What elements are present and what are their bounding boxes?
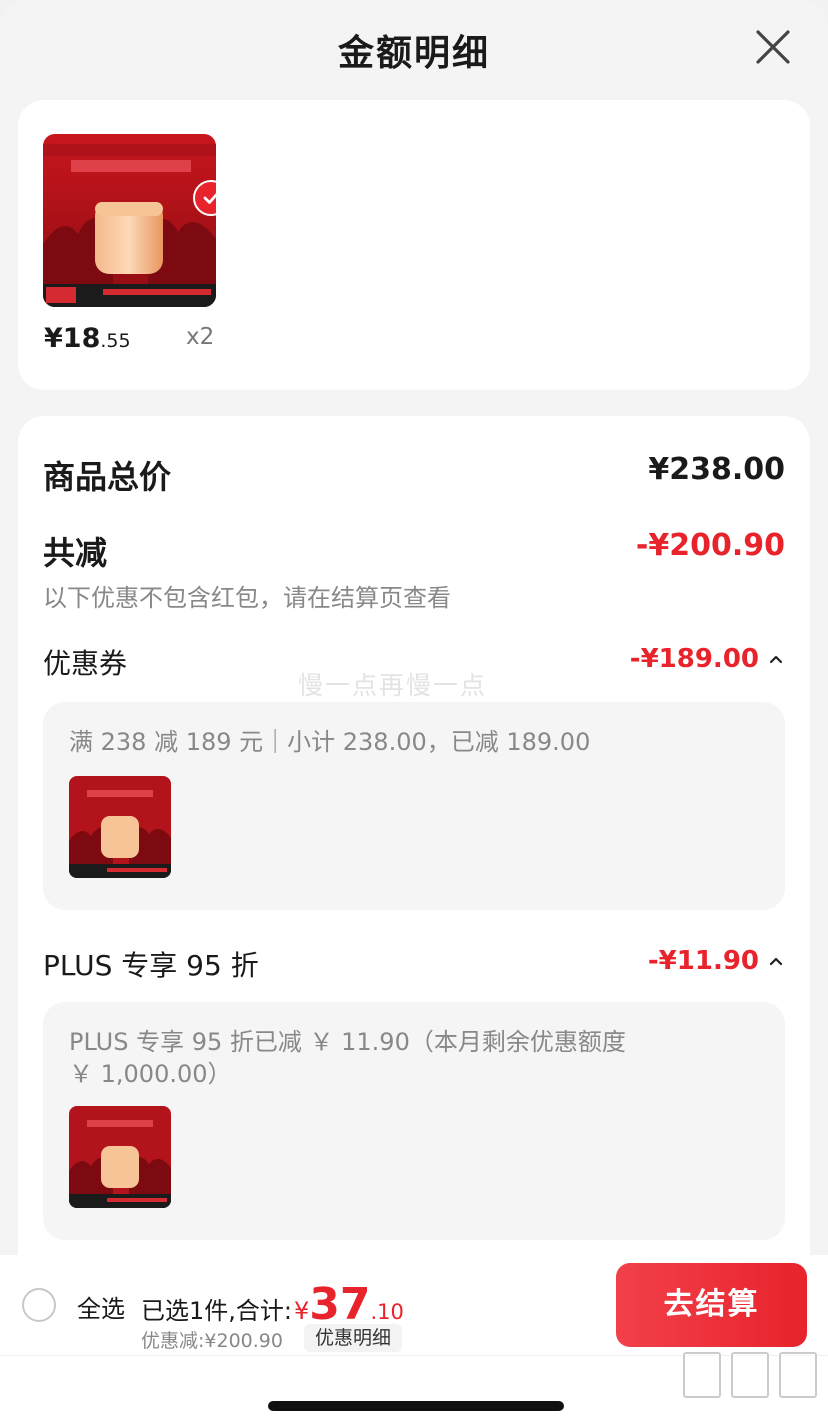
coupon-detail-text: 满 238 减 189 元｜小计 238.00，已减 189.00 [69, 728, 591, 756]
checkout-bar: 全选 已选1件,合计: ¥ 37 .10 优惠减:¥200.90 优惠明细 去结… [0, 1255, 828, 1428]
chevron-up-icon[interactable] [767, 650, 785, 668]
coupon-value-wrap[interactable]: -¥189.00 [630, 644, 785, 674]
total-reduce-label: 共减 [43, 534, 108, 572]
plus-detail-text: PLUS 专享 95 折已减 ￥ 11.90（本月剩余优惠额度 ￥ 1,000.… [69, 1028, 626, 1088]
reduce-note: 以下优惠不包含红包，请在结算页查看 [43, 584, 451, 612]
total-decimal: .10 [370, 1300, 404, 1324]
coupon-product-thumbnail [69, 776, 171, 878]
select-all-label[interactable]: 全选 [77, 1289, 125, 1324]
total-integer: 37 [309, 1279, 371, 1330]
plus-discount-label: PLUS 专享 95 折 [43, 949, 259, 982]
plus-discount-row[interactable]: PLUS 专享 95 折 -¥11.90 [43, 944, 785, 982]
total-reduce-row: 共减 -¥200.90 [43, 528, 785, 572]
watermark-text: 慢一点再慢一点 [298, 671, 488, 700]
discount-amount: 优惠减:¥200.90 [141, 1330, 283, 1352]
total-price-value: ¥238.00 [648, 452, 785, 487]
chevron-up-icon[interactable] [767, 952, 785, 970]
coupon-detail-box: 满 238 减 189 元｜小计 238.00，已减 189.00 [43, 702, 785, 910]
product-price: ¥18.55 [44, 323, 131, 354]
price-decimal: .55 [100, 330, 131, 352]
select-all-radio[interactable] [22, 1288, 56, 1322]
product-image[interactable] [43, 134, 216, 307]
selected-summary: 已选1件,合计: ¥ 37 .10 [141, 1279, 404, 1330]
sheet-header: 金额明细 [0, 0, 828, 95]
price-detail-card: 商品总价 ¥238.00 共减 -¥200.90 以下优惠不包含红包，请在结算页… [18, 416, 810, 1255]
product-card: ¥18.55 x2 [18, 100, 810, 390]
plus-detail-box: PLUS 专享 95 折已减 ￥ 11.90（本月剩余优惠额度 ￥ 1,000.… [43, 1002, 785, 1240]
price-integer: ¥18 [44, 323, 101, 354]
site-logo-icon [676, 1347, 828, 1428]
home-indicator [268, 1401, 564, 1411]
sheet-title: 金额明细 [337, 33, 490, 74]
selected-summary-text: 已选1件,合计: [141, 1297, 292, 1325]
checkout-button[interactable]: 去结算 [616, 1263, 807, 1347]
product-quantity: x2 [186, 324, 215, 350]
total-reduce-value: -¥200.90 [635, 528, 785, 563]
coupon-value: -¥189.00 [629, 644, 759, 674]
plus-discount-value: -¥11.90 [647, 946, 759, 976]
close-icon[interactable] [754, 28, 792, 66]
total-currency: ¥ [293, 1297, 310, 1325]
discount-detail-button[interactable]: 优惠明细 [304, 1324, 403, 1352]
plus-value-wrap[interactable]: -¥11.90 [648, 946, 785, 976]
total-price-row: 商品总价 ¥238.00 [43, 452, 785, 496]
plus-product-thumbnail [69, 1106, 171, 1208]
coupon-label: 优惠券 [43, 647, 128, 680]
total-price-label: 商品总价 [43, 458, 172, 496]
amount-detail-sheet: 金额明细 ¥18.55 x2 商品总价 ¥238.00 共减 -¥200.90 … [0, 0, 828, 1255]
